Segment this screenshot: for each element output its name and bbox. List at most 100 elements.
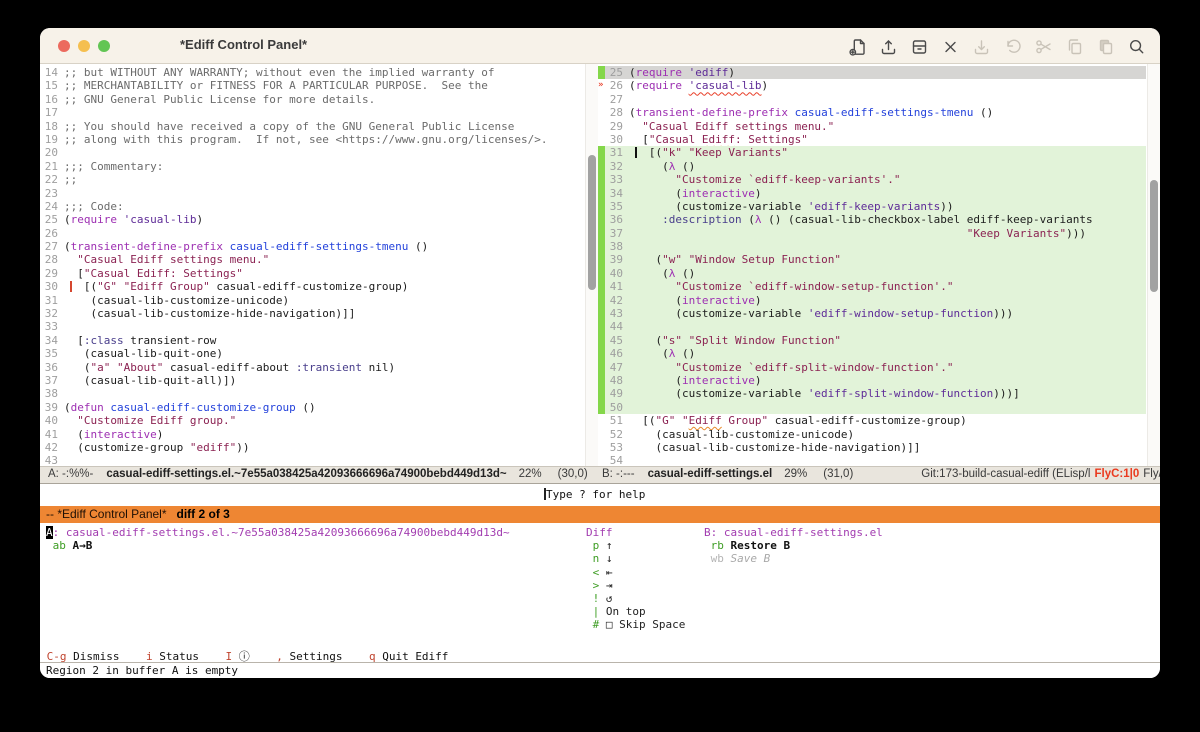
minimize-window-button[interactable] (78, 40, 90, 52)
modeline-b-percent: 29% (784, 468, 808, 480)
line-number: 28 (44, 253, 58, 267)
code-line: 19 ;; along with this program. If not, se… (40, 133, 585, 146)
code-line: 54 (598, 454, 1146, 466)
line-number: 49 (609, 387, 623, 401)
window-title: *Ediff Control Panel* (180, 37, 308, 52)
line-number: 26 (609, 79, 623, 93)
code-line: 32 (λ () (598, 159, 1146, 174)
fringe (598, 93, 605, 106)
code-line: 33 "Customize `ediff-keep-variants'." (598, 173, 1146, 187)
diff-fringe-indicator (598, 293, 605, 308)
buffer-cursor (635, 147, 637, 159)
line-number: 24 (44, 199, 58, 213)
diff-fringe-indicator (598, 347, 605, 361)
line-number: 41 (609, 280, 623, 294)
modeline-b-minor-modes: Fly/-- Rbow (1143, 468, 1160, 480)
scrollbar-thumb[interactable] (1150, 180, 1158, 292)
panel-row: A: casual-ediff-settings.el.~7e55a038425… (46, 526, 510, 539)
minibuffer[interactable]: Type ? for help (40, 484, 1160, 506)
diff-fringe-indicator (598, 159, 605, 174)
ediff-control-panel-header: -- *Ediff Control Panel* diff 2 of 3 (40, 506, 1160, 523)
code-line: 46 (λ () (598, 347, 1146, 361)
line-number: 44 (609, 320, 623, 334)
save-icon[interactable] (909, 35, 929, 57)
code-line: 14 ;; but WITHOUT ANY WARRANTY; without e… (40, 66, 585, 79)
modeline-b-flags: B: -:--- (602, 468, 635, 480)
ediff-control-panel[interactable]: A: casual-ediff-settings.el.~7e55a038425… (40, 523, 1160, 648)
code-text: (transient-define-prefix casual-ediff-se… (629, 106, 994, 120)
buffer-b-scrollbar[interactable] (1147, 64, 1160, 466)
code-area: 14 ;; but WITHOUT ANY WARRANTY; without e… (40, 64, 1160, 466)
code-line: 43 (customize-variable 'ediff-window-set… (598, 307, 1146, 321)
close-window-button[interactable] (58, 40, 70, 52)
line-number: 26 (44, 226, 58, 240)
line-number: 46 (609, 347, 623, 361)
diff-fringe-indicator (598, 213, 605, 227)
buffer-a-scrollbar[interactable] (585, 64, 598, 466)
titlebar[interactable]: *Ediff Control Panel* (40, 28, 1160, 64)
code-line: 42 (customize-group "ediff")) (40, 441, 585, 454)
code-text: [:class transient-row (64, 333, 217, 347)
line-number: 27 (44, 240, 58, 254)
diff-fringe-indicator (598, 146, 605, 160)
code-text: (λ () (629, 159, 696, 173)
search-icon[interactable] (1126, 35, 1146, 57)
line-number: 33 (609, 173, 623, 187)
open-file-icon[interactable] (878, 35, 898, 57)
diff-fringe-indicator (598, 400, 605, 415)
diff-fringe-indicator (598, 280, 605, 294)
diff-fringe-indicator (598, 307, 605, 321)
code-line: 36 :description (λ () (casual-lib-checkb… (598, 213, 1146, 227)
code-line: 25 (require 'ediff) (598, 66, 1146, 80)
code-line: 32 (casual-lib-customize-hide-navigation… (40, 307, 585, 320)
code-line: 23 (40, 187, 585, 200)
diff-fringe-indicator (598, 186, 605, 200)
fringe (598, 454, 605, 466)
zoom-window-button[interactable] (98, 40, 110, 52)
new-file-icon[interactable] (847, 35, 867, 57)
line-number: 42 (44, 440, 58, 454)
line-number: 14 (44, 66, 58, 79)
diff-fringe-indicator (598, 253, 605, 267)
scrollbar-thumb[interactable] (588, 155, 596, 290)
code-line: 18 ;; You should have received a copy of … (40, 120, 585, 133)
code-text: ("a" "About" casual-ediff-about :transie… (64, 360, 396, 374)
code-line: 40 (λ () (598, 266, 1146, 281)
code-text: (require 'casual-lib) (629, 79, 769, 93)
buffer-b-pane[interactable]: 25 (require 'ediff) » 26 (require 'casual-li… (598, 64, 1160, 466)
code-line: 38 (40, 387, 585, 400)
panel-row: | On top (592, 605, 646, 619)
code-line: 50 (598, 400, 1146, 415)
buffer-a-pane[interactable]: 14 ;; but WITHOUT ANY WARRANTY; without e… (40, 64, 598, 466)
fringe (598, 120, 605, 133)
paste-icon (1095, 35, 1115, 57)
code-text: (interactive) (629, 293, 762, 307)
code-text: (require 'ediff) (629, 66, 735, 79)
copy-icon (1064, 35, 1084, 57)
panel-row: n ↓ (592, 552, 613, 566)
diff-fringe-indicator (598, 387, 605, 401)
close-buffer-icon[interactable] (940, 35, 960, 57)
code-text: (customize-variable 'ediff-window-setup-… (629, 307, 1014, 321)
code-line: 27 (transient-define-prefix casual-ediff-… (40, 240, 585, 253)
diff-fringe-indicator (598, 173, 605, 187)
code-line: 48 (interactive) (598, 373, 1146, 388)
panel-row: < ⇤ (592, 565, 613, 579)
code-text: ;; but WITHOUT ANY WARRANTY; without eve… (64, 66, 495, 79)
line-number: 51 (609, 414, 623, 428)
modeline-b-filename: casual-ediff-settings.el (647, 468, 773, 480)
code-text: "Casual Ediff settings menu." (77, 253, 270, 267)
line-number: 41 (44, 427, 58, 441)
code-line: 47 "Customize `ediff-split-window-functi… (598, 360, 1146, 374)
line-number: 31 (44, 293, 58, 307)
line-number: 16 (44, 92, 58, 106)
line-number: 28 (609, 106, 623, 120)
line-number: 35 (44, 347, 58, 361)
diff-fringe-indicator (598, 226, 605, 241)
code-text: ("w" "Window Setup Function" (629, 253, 841, 267)
